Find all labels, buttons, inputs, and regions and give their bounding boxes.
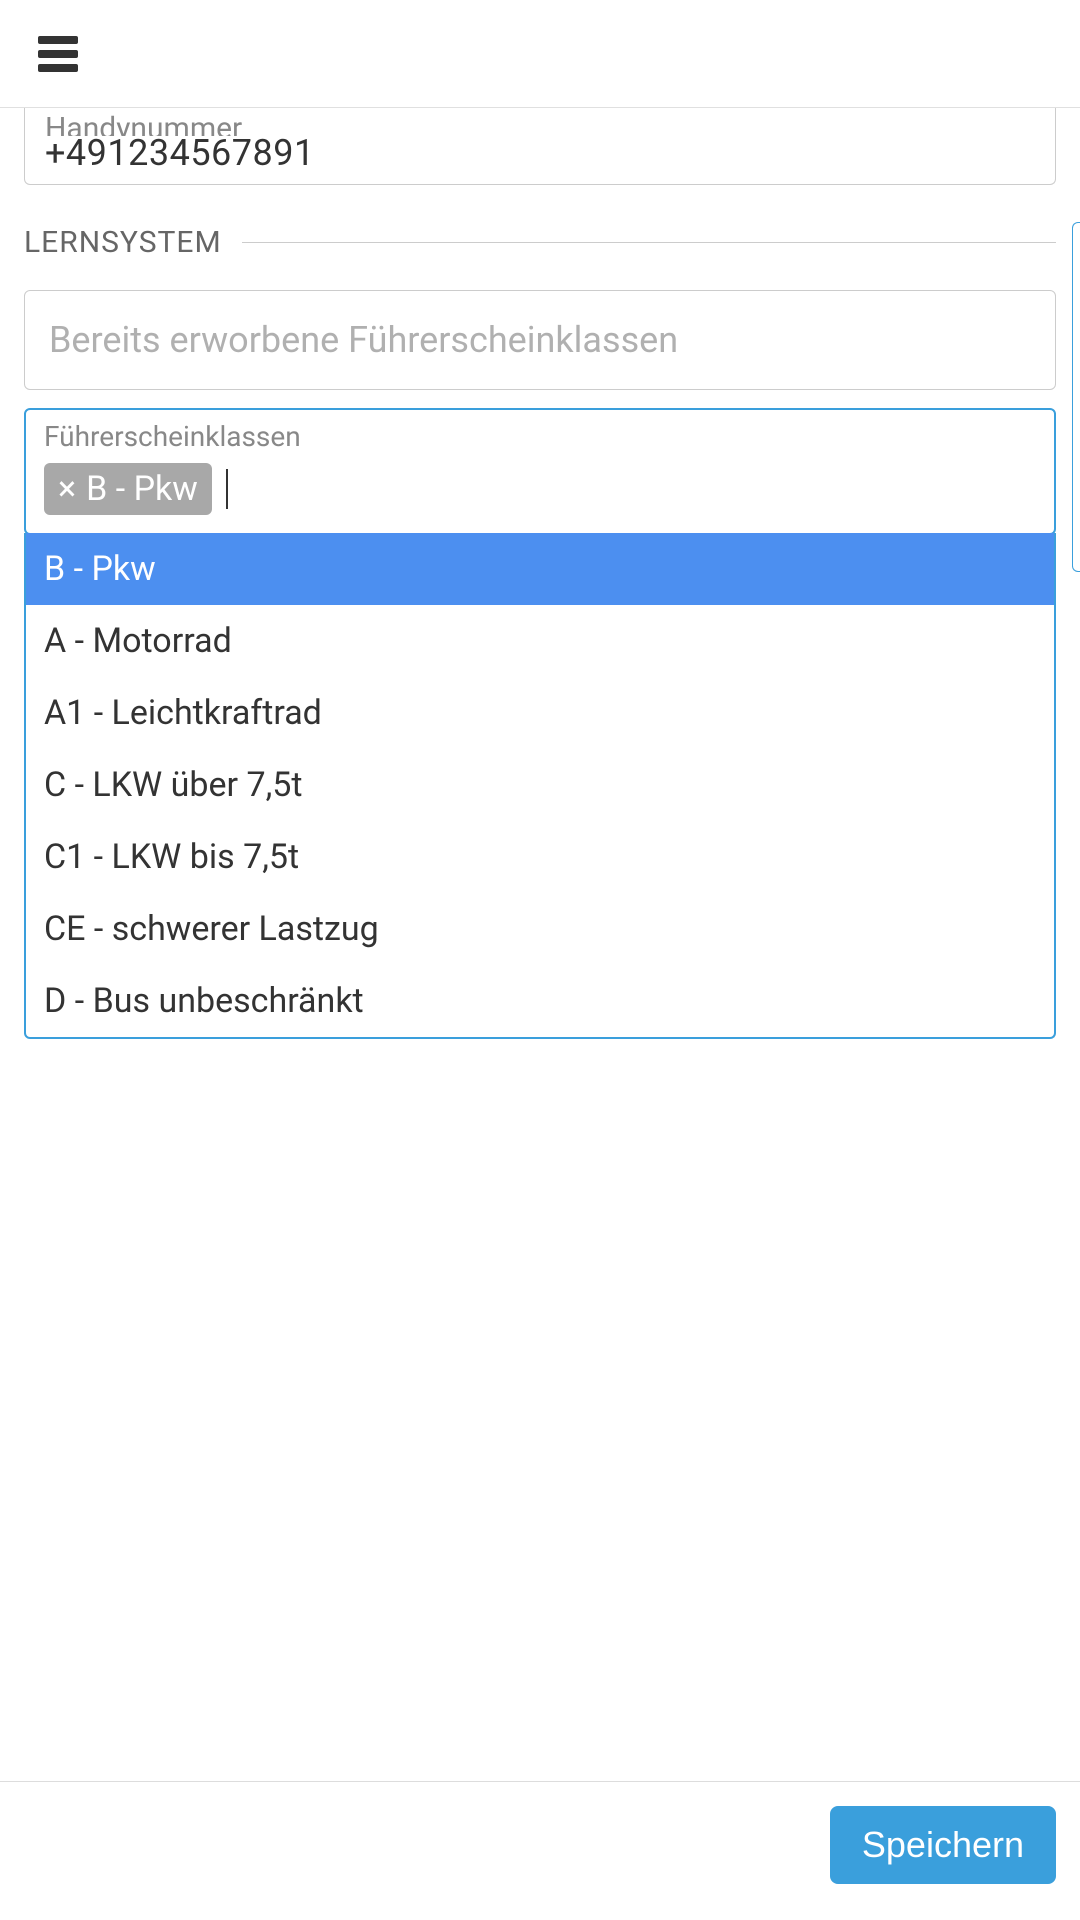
dropdown-option[interactable]: D - Bus unbeschränkt [26,965,1054,1037]
side-panel-edge[interactable] [1072,222,1080,572]
license-class-chip: × B - Pkw [44,463,212,515]
save-button[interactable]: Speichern [830,1806,1056,1884]
section-line [242,242,1056,243]
main-content: Handynummer +491234567891 LERNSYSTEM Ber… [0,108,1080,1039]
acquired-classes-placeholder: Bereits erworbene Führerscheinklassen [49,319,678,361]
phone-label: Handynummer [45,114,1035,136]
license-classes-field[interactable]: Führerscheinklassen × B - Pkw [24,408,1056,535]
acquired-classes-field[interactable]: Bereits erworbene Führerscheinklassen [24,290,1056,390]
section-title: LERNSYSTEM [24,225,222,260]
chip-remove-icon[interactable]: × [58,472,76,506]
footer: Speichern [0,1781,1080,1920]
chip-label: B - Pkw [86,469,198,509]
dropdown-option[interactable]: A - Motorrad [26,605,1054,677]
section-divider: LERNSYSTEM [24,225,1056,260]
dropdown-option[interactable]: B - Pkw [26,533,1054,605]
text-cursor [226,469,228,509]
phone-value: +491234567891 [45,132,1035,174]
dropdown-option[interactable]: C - LKW über 7,5t [26,749,1054,821]
license-classes-chips: × B - Pkw [44,463,1036,515]
dropdown-option[interactable]: C1 - LKW bis 7,5t [26,821,1054,893]
dropdown-option[interactable]: CE - schwerer Lastzug [26,893,1054,965]
hamburger-icon[interactable] [38,36,78,72]
license-classes-label: Führerscheinklassen [44,420,1036,453]
license-classes-dropdown: B - Pkw A - Motorrad A1 - Leichtkraftrad… [24,533,1056,1039]
phone-field[interactable]: Handynummer +491234567891 [24,108,1056,185]
dropdown-option[interactable]: A1 - Leichtkraftrad [26,677,1054,749]
app-header [0,0,1080,108]
